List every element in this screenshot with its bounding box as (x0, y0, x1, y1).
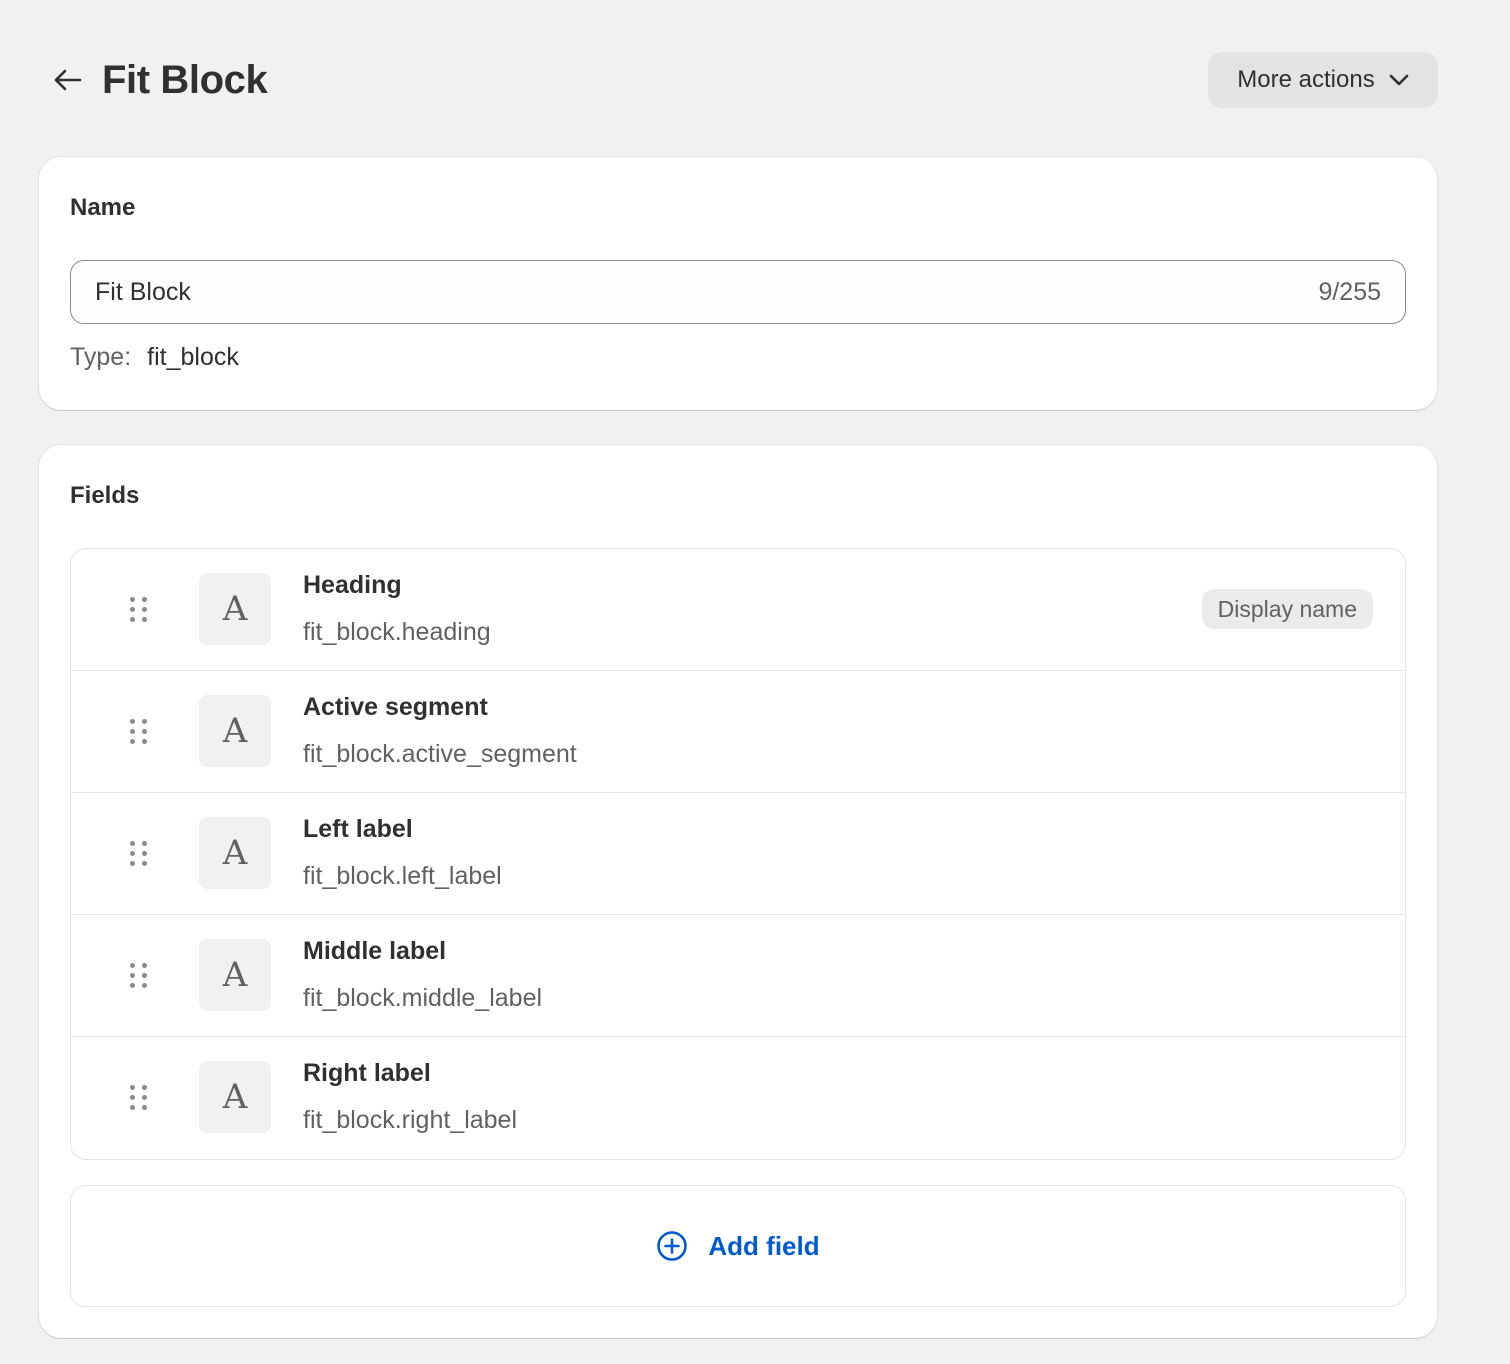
field-row-left-label[interactable]: A Left label fit_block.left_label (71, 793, 1405, 915)
drag-handle-icon[interactable] (129, 1084, 151, 1112)
page-title: Fit Block (102, 58, 268, 102)
field-key: fit_block.active_segment (303, 740, 577, 768)
add-field-button[interactable]: Add field (70, 1185, 1406, 1307)
field-key: fit_block.middle_label (303, 984, 543, 1012)
name-card: Name Fit Block 9/255 Type: fit_block (39, 157, 1437, 410)
type-label: Type: (70, 343, 132, 371)
drag-handle-icon[interactable] (129, 596, 151, 624)
character-counter: 9/255 (1318, 277, 1381, 306)
text-type-icon: A (199, 817, 271, 889)
plus-circle-icon (657, 1231, 688, 1261)
drag-handle-icon[interactable] (129, 840, 151, 868)
name-input[interactable]: Fit Block 9/255 (70, 260, 1406, 324)
field-key: fit_block.heading (303, 618, 491, 646)
type-row: Type: fit_block (70, 343, 239, 372)
field-key: fit_block.left_label (303, 862, 502, 890)
page: Fit Block More actions Name Fit Block 9/… (0, 0, 1510, 1364)
text-type-icon: A (199, 939, 271, 1011)
chevron-down-icon (1389, 74, 1408, 86)
field-name: Heading (303, 571, 402, 599)
more-actions-label: More actions (1237, 66, 1375, 93)
field-key: fit_block.right_label (303, 1106, 518, 1134)
field-row-right-label[interactable]: A Right label fit_block.right_label (71, 1037, 1405, 1159)
field-name: Active segment (303, 693, 488, 721)
arrow-left-icon (54, 69, 82, 91)
page-header: Fit Block More actions (50, 52, 1438, 108)
name-input-value[interactable]: Fit Block (95, 278, 1318, 307)
field-row-middle-label[interactable]: A Middle label fit_block.middle_label (71, 915, 1405, 1037)
drag-handle-icon[interactable] (129, 718, 151, 746)
text-type-icon: A (199, 695, 271, 767)
display-name-badge: Display name (1201, 589, 1373, 629)
type-value: fit_block (147, 343, 239, 371)
more-actions-button[interactable]: More actions (1208, 52, 1438, 108)
field-name: Middle label (303, 937, 447, 965)
field-name: Right label (303, 1059, 431, 1087)
field-name: Left label (303, 815, 413, 843)
text-type-icon: A (199, 1061, 271, 1133)
field-row-heading[interactable]: A Heading fit_block.heading Display name (71, 549, 1405, 671)
drag-handle-icon[interactable] (129, 962, 151, 990)
fields-heading: Fields (70, 482, 140, 509)
text-type-icon: A (199, 573, 271, 645)
field-row-active-segment[interactable]: A Active segment fit_block.active_segmen… (71, 671, 1405, 793)
add-field-label: Add field (708, 1230, 820, 1261)
fields-card: Fields A Heading fit_block.heading Displ… (39, 445, 1437, 1338)
name-heading: Name (70, 194, 136, 221)
field-list: A Heading fit_block.heading Display name… (70, 548, 1406, 1160)
back-button[interactable] (50, 62, 84, 98)
